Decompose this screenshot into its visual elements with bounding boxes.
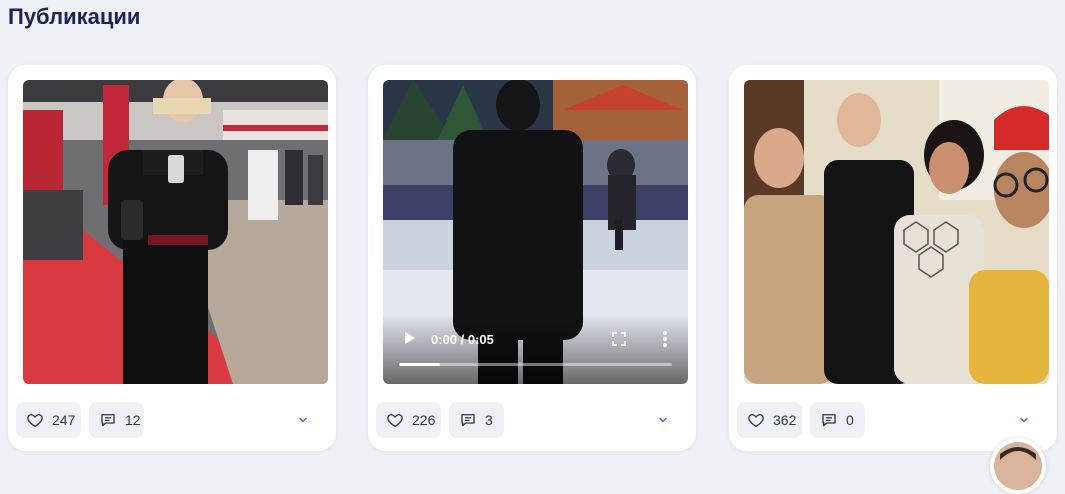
page-title: Публикации xyxy=(8,4,141,29)
like-count: 362 xyxy=(773,412,797,428)
comment-count: 0 xyxy=(846,412,854,428)
avatar[interactable] xyxy=(990,438,1046,494)
fullscreen-icon[interactable] xyxy=(612,332,626,351)
video-controls: 0:00 / 0:05 xyxy=(383,314,688,384)
like-count: 247 xyxy=(52,412,76,428)
like-button[interactable]: 362 xyxy=(737,402,802,438)
comment-count: 3 xyxy=(485,412,493,428)
play-icon[interactable] xyxy=(401,330,417,351)
comment-icon xyxy=(459,411,477,429)
post-actions: 247 12 xyxy=(16,402,328,438)
post-actions: 362 0 xyxy=(737,402,1049,438)
comment-button[interactable]: 0 xyxy=(810,402,865,438)
comment-button[interactable]: 12 xyxy=(89,402,144,438)
heart-icon xyxy=(26,411,44,429)
more-options-icon[interactable] xyxy=(662,330,668,353)
chevron-down-icon[interactable] xyxy=(1015,411,1033,429)
like-count: 226 xyxy=(412,412,436,428)
video-time: 0:00 / 0:05 xyxy=(431,332,494,347)
chevron-down-icon[interactable] xyxy=(654,411,672,429)
post-card: 247 12 xyxy=(8,65,336,451)
like-button[interactable]: 247 xyxy=(16,402,81,438)
comment-button[interactable]: 3 xyxy=(449,402,504,438)
video-progress-fill xyxy=(399,363,440,366)
post-actions: 226 3 xyxy=(376,402,688,438)
comment-icon xyxy=(820,411,838,429)
post-card: 0:00 / 0:05 226 3 xyxy=(368,65,696,451)
post-card: 362 0 xyxy=(729,65,1057,451)
comment-icon xyxy=(99,411,117,429)
heart-icon xyxy=(386,411,404,429)
post-photo[interactable] xyxy=(744,80,1049,384)
heart-icon xyxy=(747,411,765,429)
video-progress-track[interactable] xyxy=(399,363,672,366)
post-photo[interactable] xyxy=(23,80,328,384)
comment-count: 12 xyxy=(125,412,141,428)
chevron-down-icon[interactable] xyxy=(294,411,312,429)
like-button[interactable]: 226 xyxy=(376,402,441,438)
post-video[interactable]: 0:00 / 0:05 xyxy=(383,80,688,384)
